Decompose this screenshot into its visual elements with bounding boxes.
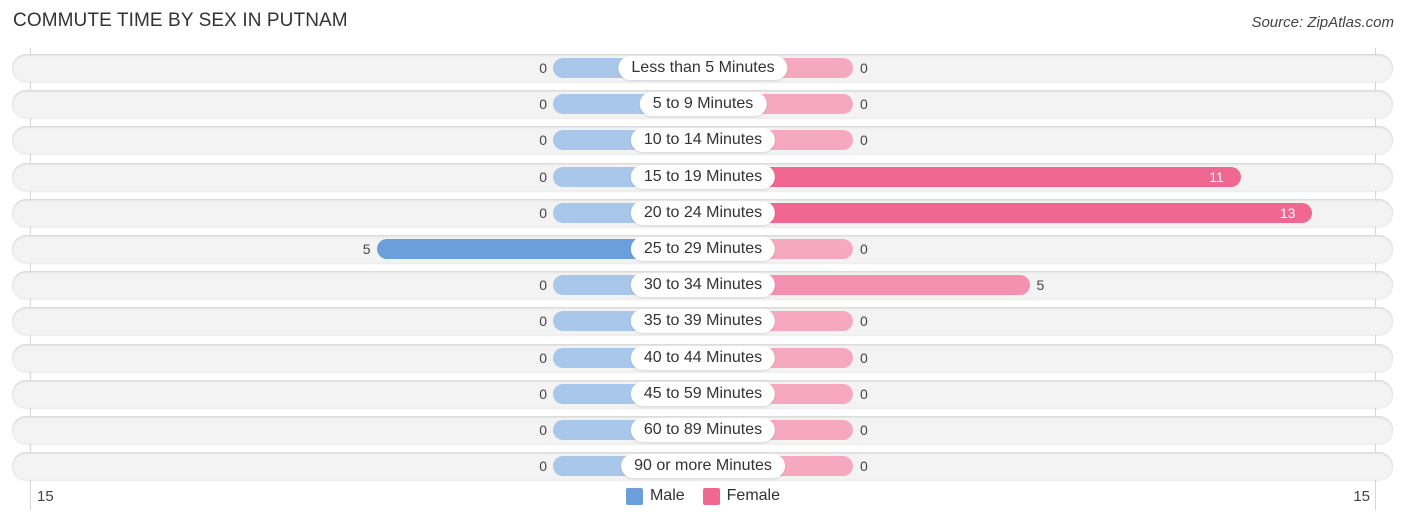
value-label-male: 0 bbox=[539, 204, 547, 221]
value-label-male: 0 bbox=[539, 458, 547, 475]
value-label-male: 0 bbox=[539, 132, 547, 149]
value-label-male: 0 bbox=[539, 60, 547, 76]
category-label: 40 to 44 Minutes bbox=[630, 345, 776, 370]
legend-item-female[interactable]: Female bbox=[702, 487, 781, 505]
legend-swatch-male bbox=[625, 487, 643, 505]
value-label-female: 0 bbox=[860, 241, 868, 257]
bar-female[interactable] bbox=[703, 166, 1242, 187]
value-label-female: 0 bbox=[860, 422, 868, 438]
category-label: 45 to 59 Minutes bbox=[630, 381, 776, 406]
legend-label-male: Male bbox=[649, 487, 685, 504]
category-label: 35 to 39 Minutes bbox=[630, 309, 776, 334]
value-label-female: 0 bbox=[860, 60, 868, 76]
value-label-male: 0 bbox=[539, 349, 547, 366]
legend: Male Female bbox=[0, 487, 1406, 505]
source-label: Source: ZipAtlas.com bbox=[1251, 14, 1394, 31]
category-label: 5 to 9 Minutes bbox=[639, 92, 767, 117]
value-label-female: 5 bbox=[1036, 277, 1045, 294]
value-label-female: 11 bbox=[1209, 168, 1224, 185]
legend-swatch-female bbox=[702, 487, 720, 505]
category-label: 20 to 24 Minutes bbox=[630, 200, 776, 225]
category-label: 60 to 89 Minutes bbox=[630, 418, 776, 442]
value-label-female: 0 bbox=[860, 349, 868, 366]
value-label-male: 0 bbox=[539, 313, 547, 330]
category-label: 90 or more Minutes bbox=[621, 454, 785, 479]
legend-label-female: Female bbox=[726, 487, 781, 504]
value-label-male: 0 bbox=[539, 277, 547, 294]
value-label-male: 0 bbox=[539, 96, 547, 113]
value-label-female: 0 bbox=[860, 385, 868, 402]
chart-title: COMMUTE TIME BY SEX IN PUTNAM bbox=[13, 10, 348, 31]
category-label: Less than 5 Minutes bbox=[618, 56, 788, 80]
value-label-female: 0 bbox=[860, 313, 868, 330]
value-label-male: 0 bbox=[539, 385, 547, 402]
value-label-female: 0 bbox=[860, 96, 868, 113]
legend-item-male[interactable]: Male bbox=[625, 487, 685, 505]
category-label: 30 to 34 Minutes bbox=[630, 273, 776, 298]
value-label-male: 0 bbox=[539, 422, 547, 438]
value-label-male: 5 bbox=[362, 241, 371, 257]
bar-female[interactable] bbox=[703, 202, 1312, 223]
value-label-female: 0 bbox=[860, 132, 868, 149]
category-label: 25 to 29 Minutes bbox=[630, 237, 776, 261]
category-label: 10 to 14 Minutes bbox=[630, 128, 776, 153]
value-label-female: 13 bbox=[1279, 204, 1296, 221]
category-label: 15 to 19 Minutes bbox=[630, 164, 776, 189]
value-label-female: 0 bbox=[860, 458, 868, 475]
value-label-male: 0 bbox=[539, 168, 547, 185]
